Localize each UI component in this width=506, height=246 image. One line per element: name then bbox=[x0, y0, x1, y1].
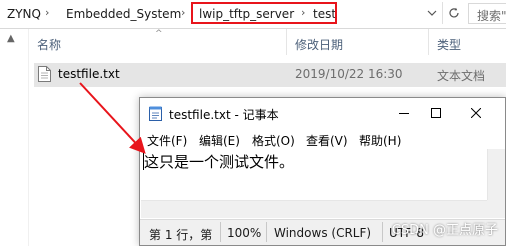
breadcrumb-item[interactable]: ZYNQ bbox=[7, 7, 41, 21]
menu-file[interactable]: 文件(F) bbox=[147, 132, 187, 149]
status-divider bbox=[266, 222, 267, 242]
notepad-menu-bar: 文件(F) 编辑(E) 格式(O) 查看(V) 帮助(H) bbox=[140, 129, 505, 149]
history-dropdown-icon[interactable] bbox=[424, 2, 440, 24]
watermark: CSDN @正点原子 bbox=[391, 223, 498, 238]
menu-edit[interactable]: 编辑(E) bbox=[199, 132, 240, 149]
scrollbar-corner bbox=[487, 200, 505, 218]
menu-help[interactable]: 帮助(H) bbox=[359, 132, 401, 149]
column-header-name[interactable]: 名称 bbox=[37, 36, 61, 53]
file-name[interactable]: testfile.txt bbox=[58, 67, 120, 81]
status-line-ending: Windows (CRLF) bbox=[274, 226, 372, 240]
address-bar[interactable]: ZYNQ › Embedded_System › lwip_tftp_serve… bbox=[0, 0, 506, 29]
menu-view[interactable]: 查看(V) bbox=[306, 132, 348, 149]
close-button[interactable] bbox=[461, 102, 491, 124]
scroll-up-icon[interactable]: ▲ bbox=[7, 33, 15, 44]
refresh-icon[interactable] bbox=[442, 2, 465, 24]
breadcrumb-separator-icon[interactable]: › bbox=[181, 6, 185, 19]
column-divider[interactable] bbox=[286, 29, 287, 55]
status-divider bbox=[220, 222, 221, 242]
search-input[interactable]: 搜索" bbox=[468, 3, 506, 24]
sort-ascending-icon: ^ bbox=[155, 29, 163, 39]
notepad-content[interactable]: 这只是一个测试文件。 bbox=[144, 151, 294, 172]
column-header-type[interactable]: 类型 bbox=[437, 36, 461, 53]
menu-format[interactable]: 格式(O) bbox=[252, 132, 295, 149]
breadcrumb-separator-icon[interactable]: › bbox=[45, 6, 49, 19]
file-modified-date: 2019/10/22 16:30 bbox=[295, 67, 403, 81]
column-header-modified[interactable]: 修改日期 bbox=[295, 36, 343, 53]
column-divider[interactable] bbox=[428, 29, 429, 55]
notepad-title: testfile.txt - 记事本 bbox=[169, 108, 279, 122]
status-cursor-position: 第 1 行，第 bbox=[149, 228, 213, 242]
notepad-title-bar[interactable]: testfile.txt - 记事本 bbox=[140, 98, 505, 129]
navigation-pane[interactable] bbox=[0, 29, 29, 246]
notepad-app-icon[interactable] bbox=[149, 106, 163, 125]
status-zoom: 100% bbox=[227, 226, 262, 240]
text-file-icon bbox=[38, 66, 51, 86]
file-type: 文本文档 bbox=[437, 69, 486, 83]
minimize-button[interactable] bbox=[389, 102, 419, 124]
horizontal-scrollbar[interactable] bbox=[141, 200, 487, 218]
breadcrumb-item[interactable]: Embedded_System bbox=[66, 7, 181, 21]
path-highlight-box bbox=[191, 2, 337, 24]
maximize-button[interactable] bbox=[421, 102, 451, 124]
status-divider bbox=[382, 222, 383, 242]
